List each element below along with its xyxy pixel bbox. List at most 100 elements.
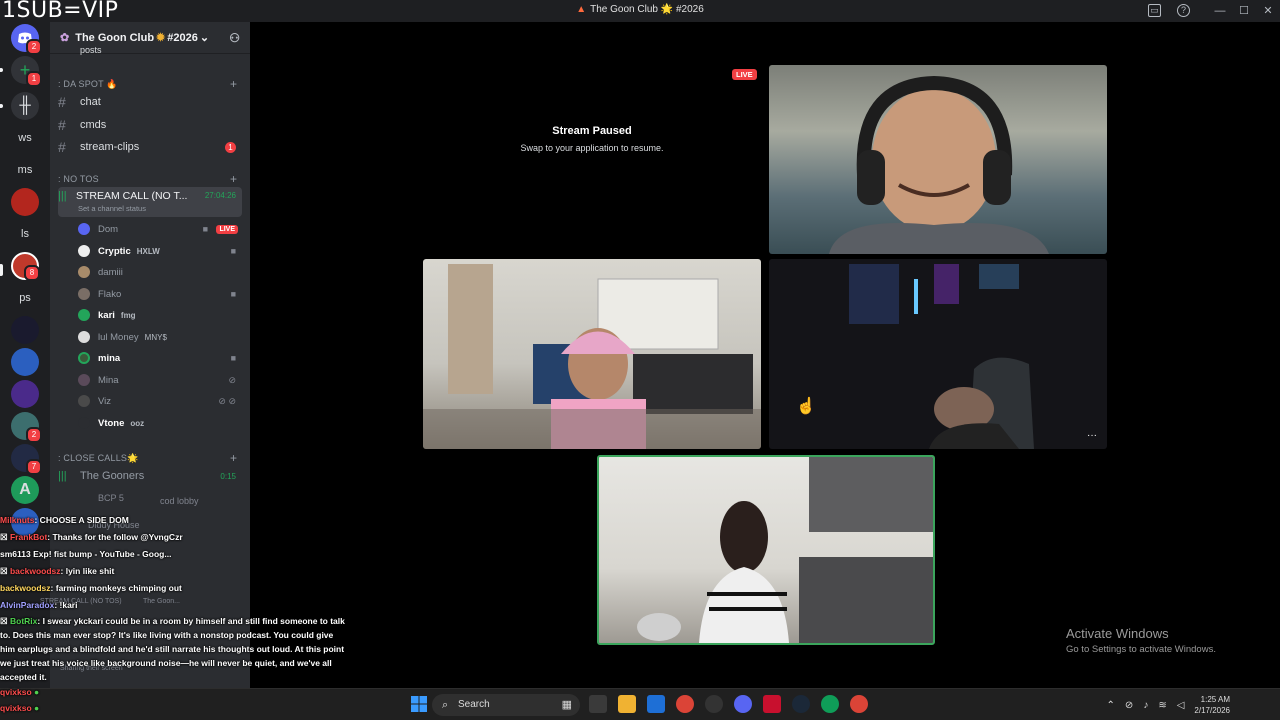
server-icon[interactable]: 7: [11, 444, 42, 475]
file-explorer-icon[interactable]: [618, 695, 636, 713]
channel-posts[interactable]: posts: [58, 44, 242, 56]
avatar: [78, 374, 90, 386]
voice-member[interactable]: Cryptic HXLW ■: [78, 241, 242, 261]
unread-badge: 1: [225, 141, 236, 153]
chrome-icon[interactable]: [850, 695, 868, 713]
window-controls: — ☐ ✕: [1208, 0, 1280, 22]
avatar: [78, 309, 90, 321]
channel-status[interactable]: Set a channel status: [78, 204, 146, 213]
voice-activity-icon: |||: [58, 190, 67, 202]
flag-icon: ▦: [561, 699, 572, 711]
start-button[interactable]: [410, 695, 428, 713]
category-no-tos[interactable]: : NO TOS +: [58, 172, 237, 186]
voice-member[interactable]: Viz ⊘ ⊘: [78, 391, 242, 411]
participant-video: [637, 457, 933, 643]
voice-activity-icon: |||: [58, 470, 67, 482]
inbox-icon[interactable]: ▭: [1148, 4, 1161, 17]
server-folder-ps[interactable]: ps: [11, 284, 39, 312]
avatar: [78, 395, 90, 407]
volume-icon[interactable]: ◁: [1177, 700, 1185, 711]
add-user-icon[interactable]: ⚇: [229, 31, 240, 45]
title-bar: ▲ The Goon Club 🌟 #2026 ▭ ? — ☐ ✕: [0, 0, 1280, 22]
close-button[interactable]: ✕: [1256, 0, 1280, 22]
channel-chat[interactable]: # chat: [58, 92, 242, 112]
windows-icon: [411, 696, 427, 712]
server-icon[interactable]: 8: [11, 252, 40, 281]
hash-icon: #: [58, 117, 66, 133]
task-view-icon[interactable]: [589, 695, 607, 713]
more-options-button[interactable]: ···: [1087, 430, 1097, 441]
channel-stream-clips[interactable]: # stream-clips 1: [58, 137, 242, 157]
add-channel-icon[interactable]: +: [230, 451, 237, 465]
minimize-button[interactable]: —: [1208, 0, 1232, 22]
server-icon[interactable]: [11, 348, 39, 376]
video-tile[interactable]: [769, 65, 1107, 254]
selected-pill: [0, 264, 3, 276]
help-icon[interactable]: ?: [1177, 4, 1190, 17]
voice-member[interactable]: Mina ⊘: [78, 370, 242, 390]
unread-pill: [0, 104, 3, 108]
acrobat-icon[interactable]: [763, 695, 781, 713]
star-icon: ✹: [156, 32, 166, 44]
chat-message: ☒ BotRix: I swear ykckari could be in a …: [0, 616, 345, 682]
add-server-button[interactable]: +1: [11, 56, 42, 87]
wifi-icon[interactable]: ≋: [1158, 700, 1166, 711]
server-folder-ms[interactable]: ms: [11, 156, 39, 184]
notification-badge: 2: [26, 427, 42, 443]
server-icon[interactable]: 2: [11, 412, 42, 443]
voice-channel-stream-call[interactable]: ||| STREAM CALL (NO T... 27:04:26 Set a …: [58, 187, 242, 217]
chat-message: qvixkso ●: [0, 687, 40, 697]
ghost-channel-label: cod lobby: [160, 496, 199, 506]
microphone-icon[interactable]: ♪: [1143, 700, 1148, 711]
add-channel-icon[interactable]: +: [230, 77, 237, 91]
participant-video: [423, 264, 761, 449]
video-tile-speaking[interactable]: [597, 455, 935, 645]
voice-channel-the-gooners[interactable]: ||| The Gooners 0:15: [58, 466, 242, 486]
taskbar-search[interactable]: ⌕ Search ▦: [432, 694, 580, 716]
chat-message: qvixkso ●: [0, 703, 40, 713]
stream-overlay-banner: 1SUB=VIP: [2, 0, 119, 23]
store-icon[interactable]: [647, 695, 665, 713]
video-tile[interactable]: [423, 259, 761, 449]
home-button[interactable]: 2: [11, 24, 42, 55]
voice-member[interactable]: damiii: [78, 262, 242, 282]
obs-icon[interactable]: [705, 695, 723, 713]
voice-member[interactable]: lul Money MNY$: [78, 327, 242, 347]
voice-member[interactable]: Flako ■: [78, 284, 242, 304]
video-tile[interactable]: ···: [769, 259, 1107, 449]
voice-member[interactable]: Dom ■ LIVE: [78, 219, 242, 239]
category-da-spot[interactable]: : DA SPOT 🔥 +: [58, 77, 237, 91]
server-folder-ls[interactable]: ls: [11, 220, 39, 248]
participant-video: [829, 75, 1049, 254]
category-close-calls[interactable]: : CLOSE CALLS🌟 +: [58, 451, 237, 465]
chat-message: AlvinParadox: !kari: [0, 600, 78, 610]
chat-message: backwoodsz: farming monkeys chimping out: [0, 583, 182, 593]
server-icon[interactable]: ╫: [11, 92, 39, 120]
server-icon[interactable]: [11, 380, 39, 408]
add-channel-icon[interactable]: +: [230, 172, 237, 186]
taskbar-clock[interactable]: 1:25 AM 2/17/2026: [1194, 694, 1230, 716]
paused-subtitle: Swap to your application to resume.: [520, 143, 664, 153]
steam-icon[interactable]: [792, 695, 810, 713]
chevron-up-icon[interactable]: ⌃: [1107, 700, 1115, 711]
chrome-profile-icon[interactable]: [821, 695, 839, 713]
chat-message: ☒ backwoodsz: lyin like shit: [0, 566, 115, 576]
chrome-icon[interactable]: [676, 695, 694, 713]
server-icon[interactable]: [11, 316, 39, 344]
maximize-button[interactable]: ☐: [1232, 0, 1256, 22]
server-folder-ws[interactable]: ws: [11, 124, 39, 152]
window-title: ▲ The Goon Club 🌟 #2026: [576, 4, 704, 15]
avatar: [78, 331, 90, 343]
server-icon[interactable]: [11, 188, 39, 216]
voice-member[interactable]: kari fmg: [78, 305, 242, 325]
discord-taskbar-icon[interactable]: [734, 695, 752, 713]
channel-cmds[interactable]: # cmds: [58, 115, 242, 135]
video-icon: ■: [230, 246, 236, 256]
voice-member[interactable]: Vtone ooz: [78, 413, 242, 433]
voice-member[interactable]: mina ■: [78, 348, 242, 368]
live-badge: LIVE: [732, 69, 757, 80]
deafen-icon: ⊘ ⊘: [218, 395, 236, 406]
network-icon[interactable]: ⊘: [1125, 700, 1133, 711]
chat-message: Milknuts: CHOOSE A SIDE DOM: [0, 515, 129, 525]
server-icon[interactable]: A: [11, 476, 39, 504]
